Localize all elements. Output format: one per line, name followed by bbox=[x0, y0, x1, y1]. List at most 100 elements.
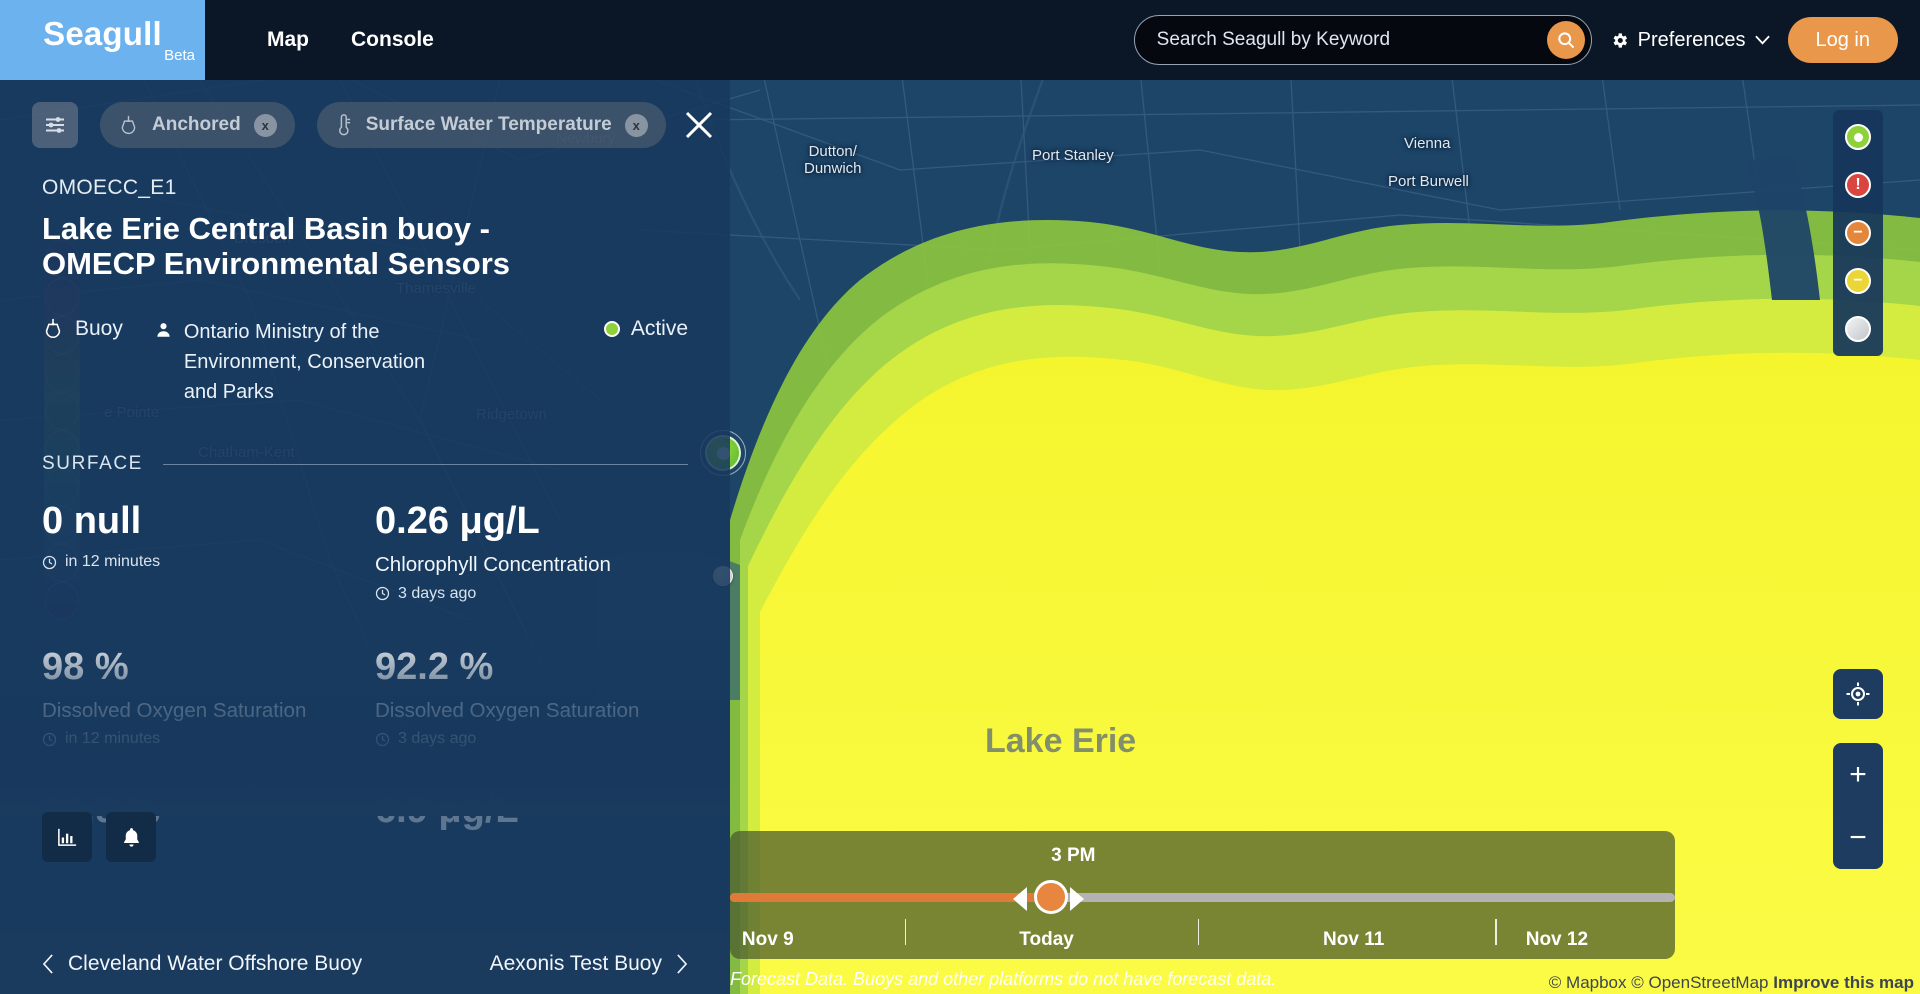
legend-item-status-warning[interactable]: − bbox=[1845, 220, 1871, 246]
search-input[interactable] bbox=[1156, 29, 1547, 51]
legend-glyph: − bbox=[1853, 272, 1863, 289]
reading-time-label: in 12 minutes bbox=[65, 730, 161, 748]
sensor-meta-row: Buoy Ontario Ministry of the Environment… bbox=[42, 317, 688, 407]
map-filter-bar: Anchored x Surface Water Temperature x bbox=[32, 102, 666, 148]
zoom-out-button[interactable]: − bbox=[1833, 806, 1883, 869]
sensor-status: Active bbox=[603, 317, 688, 341]
buoy-icon bbox=[45, 319, 61, 339]
remove-filter-icon[interactable]: x bbox=[624, 113, 648, 137]
reading-value: 6.9 μg/L bbox=[375, 789, 519, 832]
legend-item-status-offline[interactable] bbox=[1845, 316, 1871, 342]
timeline-tick-label: Nov 12 bbox=[1525, 929, 1589, 950]
bell-icon bbox=[123, 827, 139, 847]
top-navigation-bar: Seagull Beta Map Console Preferences bbox=[0, 0, 1920, 80]
reading-value: 92.2 % bbox=[375, 645, 494, 688]
nav-link-map[interactable]: Map bbox=[267, 28, 309, 52]
timeline-tick-label: Nov 11 bbox=[1323, 929, 1385, 950]
prev-buoy-link[interactable]: Cleveland Water Offshore Buoy bbox=[42, 952, 362, 976]
preferences-menu[interactable]: Preferences bbox=[1610, 29, 1770, 52]
reading-card[interactable]: 0 null in 12 minutes bbox=[42, 501, 355, 602]
legend-item-status-active[interactable] bbox=[1845, 124, 1871, 150]
bar-chart-icon bbox=[57, 828, 76, 846]
nav-links: Map Console bbox=[267, 28, 434, 52]
prev-buoy-label: Cleveland Water Offshore Buoy bbox=[68, 952, 363, 975]
sensor-platform-type: Buoy bbox=[42, 317, 123, 341]
filter-chip-label: Anchored bbox=[152, 114, 241, 135]
reading-time-label: 3 days ago bbox=[398, 584, 477, 602]
reading-timestamp: 3 days ago bbox=[375, 585, 688, 603]
filter-chip-anchored[interactable]: Anchored x bbox=[100, 102, 295, 148]
timeline-tick-divider bbox=[1197, 919, 1200, 945]
search-icon bbox=[1557, 32, 1574, 49]
create-alert-button[interactable] bbox=[106, 812, 156, 862]
sensor-id: OMOECC_E1 bbox=[42, 176, 177, 199]
reading-name: Dissolved Oxygen Saturation bbox=[42, 698, 307, 722]
reading-card[interactable]: 98 % Dissolved Oxygen Saturation in 12 m… bbox=[42, 646, 355, 748]
seagull-app: Glencoe Newbury Dutton/ Dunwich Port Sta… bbox=[0, 0, 1920, 994]
timeline-step-forward-icon[interactable] bbox=[1070, 887, 1085, 911]
panel-prev-next-nav: Cleveland Water Offshore Buoy Aexonis Te… bbox=[0, 934, 730, 994]
chevron-down-icon bbox=[1754, 35, 1770, 45]
timeline-track[interactable] bbox=[730, 880, 1675, 914]
legend-item-status-caution[interactable]: − bbox=[1845, 268, 1871, 294]
surface-section-header: SURFACE bbox=[42, 453, 688, 475]
crosshair-icon bbox=[1846, 682, 1870, 706]
surface-section-label: SURFACE bbox=[42, 453, 143, 475]
next-buoy-link[interactable]: Aexonis Test Buoy bbox=[490, 952, 688, 976]
map-status-legend: ! − − bbox=[1833, 110, 1883, 356]
time-slider-panel[interactable]: 3 PM Nov 9 Today Nov 11 Nov 12 bbox=[730, 831, 1675, 959]
filter-chip-label: Surface Water Temperature bbox=[365, 114, 612, 135]
timeline-tick-divider bbox=[904, 919, 907, 945]
timeline-handle[interactable] bbox=[1034, 880, 1069, 914]
section-divider bbox=[162, 463, 688, 465]
sliders-icon bbox=[46, 117, 64, 133]
view-chart-button[interactable] bbox=[42, 812, 92, 862]
status-indicator-dot bbox=[603, 321, 620, 338]
nav-link-console[interactable]: Console bbox=[351, 28, 434, 52]
reading-card[interactable]: 0.26 μg/L Chlorophyll Concentration 3 da… bbox=[375, 501, 688, 602]
filter-settings-button[interactable] bbox=[32, 102, 78, 148]
timeline-tick-label: Today bbox=[1019, 929, 1074, 950]
reading-time-label: 3 days ago bbox=[398, 730, 477, 748]
next-buoy-label: Aexonis Test Buoy bbox=[489, 952, 662, 975]
timeline-current-time: 3 PM bbox=[1051, 845, 1096, 866]
timeline-tick-label: Nov 9 bbox=[741, 929, 794, 950]
clock-icon bbox=[375, 587, 390, 601]
close-icon bbox=[685, 111, 713, 139]
sensor-detail-body: OMOECC_E1 Lake Erie Central Basin buoy -… bbox=[0, 80, 730, 934]
zoom-in-button[interactable]: + bbox=[1833, 743, 1883, 806]
reading-card[interactable]: 92.2 % Dissolved Oxygen Saturation 3 day… bbox=[375, 645, 688, 748]
attribution-text: © Mapbox © OpenStreetMap bbox=[1548, 973, 1769, 992]
clock-icon bbox=[42, 555, 57, 569]
reading-time-label: in 12 minutes bbox=[65, 553, 161, 571]
sensor-title: Lake Erie Central Basin buoy - OMECP Env… bbox=[42, 211, 510, 281]
improve-map-link[interactable]: Improve this map bbox=[1773, 973, 1914, 992]
reading-name: Chlorophyll Concentration bbox=[375, 553, 611, 577]
timeline-tick-labels: Nov 9 Today Nov 11 Nov 12 bbox=[730, 913, 1675, 955]
reading-timestamp: in 12 minutes bbox=[42, 730, 355, 748]
sensor-readings-grid: 0 null in 12 minutes 0.26 μg/L Chlorophy… bbox=[42, 501, 688, 748]
reading-card[interactable]: 6.9 μg/L bbox=[375, 789, 688, 842]
sensor-owner: Ontario Ministry of the Environment, Con… bbox=[155, 317, 455, 407]
map-zoom-controls: + − bbox=[1833, 743, 1883, 869]
reading-value: 0 null bbox=[42, 500, 142, 543]
search-bar[interactable] bbox=[1133, 15, 1592, 65]
timeline-step-back-icon[interactable] bbox=[1013, 887, 1028, 911]
legend-glyph: − bbox=[1853, 224, 1863, 241]
sensor-detail-panel: OMOECC_E1 Lake Erie Central Basin buoy -… bbox=[0, 80, 730, 994]
thermometer-icon bbox=[338, 114, 350, 136]
map-canvas[interactable]: Glencoe Newbury Dutton/ Dunwich Port Sta… bbox=[0, 0, 1920, 994]
login-button[interactable]: Log in bbox=[1787, 17, 1898, 63]
clock-icon bbox=[42, 732, 57, 746]
brand-beta-tag: Beta bbox=[164, 46, 195, 64]
remove-filter-icon[interactable]: x bbox=[253, 113, 277, 137]
nav-right-group: Preferences Log in bbox=[1133, 15, 1920, 65]
brand-logo[interactable]: Seagull Beta bbox=[0, 0, 205, 80]
search-submit-button[interactable] bbox=[1546, 21, 1585, 59]
legend-item-status-alert[interactable]: ! bbox=[1845, 172, 1871, 198]
person-icon bbox=[157, 323, 170, 338]
close-panel-button[interactable] bbox=[682, 108, 716, 142]
filter-chip-surface-water-temperature[interactable]: Surface Water Temperature x bbox=[316, 102, 666, 148]
geolocate-button[interactable] bbox=[1833, 669, 1883, 719]
preferences-label: Preferences bbox=[1637, 28, 1746, 51]
